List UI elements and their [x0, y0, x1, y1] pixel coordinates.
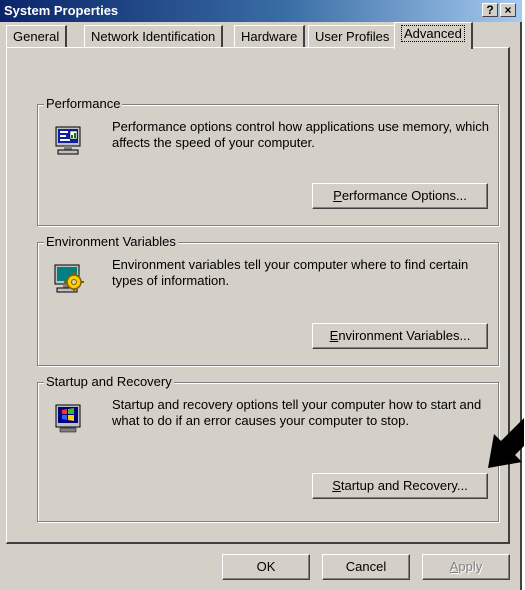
performance-group: Performance Performance options control …	[37, 96, 499, 226]
environment-variables-button[interactable]: Environment Variables...	[312, 323, 488, 349]
tab-strip: General Network Identification Hardware …	[6, 22, 506, 49]
ok-button[interactable]: OK	[222, 554, 310, 580]
button-label: pply	[458, 559, 483, 574]
advanced-panel: Performance Performance options control …	[6, 47, 510, 544]
apply-button[interactable]: Apply	[422, 554, 510, 580]
performance-description: Performance options control how applicat…	[112, 119, 489, 150]
close-button[interactable]: ×	[500, 3, 516, 17]
button-label: nvironment Variables...	[338, 328, 471, 343]
windows-startup-icon	[55, 404, 81, 433]
environment-group-title: Environment Variables	[44, 234, 178, 249]
environment-variables-group: Environment Variables Environment variab…	[37, 234, 499, 366]
system-properties-window: System Properties ? × General Network Id…	[0, 0, 522, 590]
cancel-button[interactable]: Cancel	[322, 554, 410, 580]
tab-network-identification[interactable]: Network Identification	[84, 25, 224, 48]
performance-options-button[interactable]: Performance Options...	[312, 183, 488, 209]
performance-group-title: Performance	[44, 96, 123, 111]
tab-label: Hardware	[241, 29, 298, 44]
pointer-arrow-icon	[488, 418, 524, 468]
window-title: System Properties	[4, 3, 119, 18]
startup-group-title: Startup and Recovery	[44, 374, 174, 389]
button-label: erformance Options...	[341, 188, 467, 203]
performance-monitor-icon	[55, 126, 81, 155]
tab-hardware[interactable]: Hardware	[234, 25, 306, 48]
tab-advanced[interactable]: Advanced	[394, 22, 473, 49]
environment-description: Environment variables tell your computer…	[112, 257, 469, 288]
button-mnemonic: S	[332, 478, 341, 493]
startup-recovery-button[interactable]: Startup and Recovery...	[312, 473, 488, 499]
tab-label: General	[13, 29, 60, 44]
tab-label: Network Identification	[91, 29, 216, 44]
tab-label: User Profiles	[315, 29, 390, 44]
help-button[interactable]: ?	[482, 3, 498, 17]
tab-general[interactable]: General	[6, 25, 68, 48]
tab-user-profiles[interactable]: User Profiles	[308, 25, 398, 48]
startup-description: Startup and recovery options tell your c…	[112, 397, 482, 428]
startup-recovery-group: Startup and Recovery Startup and recover…	[37, 374, 499, 522]
computer-gear-icon	[54, 264, 84, 293]
button-label: tartup and Recovery...	[340, 478, 468, 493]
tab-label: Advanced	[401, 25, 465, 42]
button-mnemonic: P	[333, 188, 342, 203]
title-bar[interactable]: System Properties ? ×	[0, 0, 522, 22]
